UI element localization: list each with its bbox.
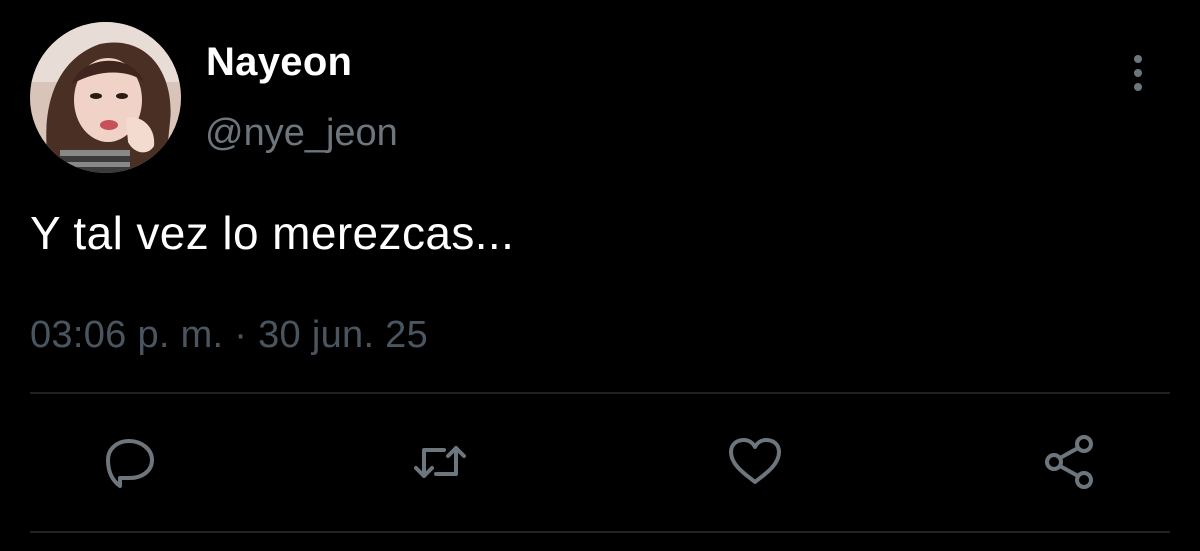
like-button[interactable]	[723, 430, 787, 494]
tweet-timestamp[interactable]: 03:06 p. m. · 30 jun. 25	[30, 314, 428, 357]
tweet-card: Nayeon @nye_jeon Y tal vez lo merezcas..…	[0, 0, 1200, 551]
share-nodes-icon	[1045, 435, 1093, 489]
display-name[interactable]: Nayeon	[206, 40, 352, 85]
vertical-ellipsis-icon	[1134, 55, 1142, 91]
reply-button[interactable]	[98, 430, 162, 494]
tweet-time: 03:06 p. m.	[30, 314, 224, 356]
retweet-arrows-icon	[414, 446, 466, 478]
tweet-text: Y tal vez lo merezcas...	[30, 207, 515, 259]
retweet-button[interactable]	[408, 430, 472, 494]
user-handle[interactable]: @nye_jeon	[205, 112, 398, 155]
share-button[interactable]	[1038, 430, 1102, 494]
avatar[interactable]	[30, 22, 181, 173]
heart-icon	[729, 438, 781, 484]
speech-bubble-icon	[106, 439, 154, 488]
timestamp-separator: ·	[234, 314, 248, 356]
avatar-image	[30, 22, 181, 173]
tweet-date: 30 jun. 25	[258, 314, 429, 356]
divider	[30, 392, 1170, 394]
more-options-button[interactable]	[1120, 52, 1156, 94]
divider	[30, 531, 1170, 533]
